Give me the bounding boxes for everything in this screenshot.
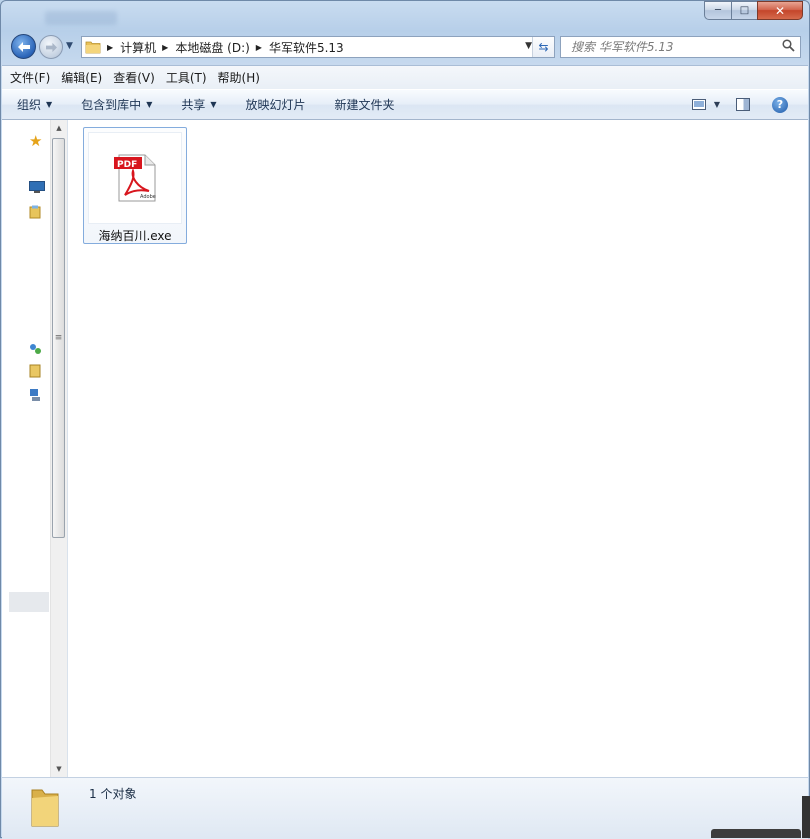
breadcrumb-computer[interactable]: ▶ 计算机 (107, 39, 156, 56)
share-button[interactable]: 共享 ▼ (181, 96, 216, 113)
refresh-button[interactable]: ⇆ (532, 37, 554, 57)
include-library-button[interactable]: 包含到库中 ▼ (81, 96, 152, 113)
svg-text:Adobe: Adobe (140, 194, 156, 200)
navigation-row: ▼ ▶ 计算机 ▶ 本地磁盘 (D:) ▶ 华军软件5.13 ▼ ⇆ (10, 33, 805, 61)
view-icon (691, 99, 706, 110)
recent-pages-chevron-icon[interactable]: ▼ (66, 41, 73, 51)
dropdown-arrow-icon: ▼ (46, 100, 53, 109)
breadcrumb-label[interactable]: 计算机 (120, 39, 156, 56)
computer-drive-icon[interactable] (29, 364, 41, 378)
window-edge (802, 796, 810, 838)
folder-icon (85, 41, 101, 54)
taskbar-edge (711, 829, 801, 838)
search-box[interactable] (560, 36, 801, 58)
nav-selection-highlight (9, 592, 49, 612)
menu-edit[interactable]: 编辑(E) (61, 69, 102, 86)
homegroup-icon[interactable] (29, 342, 43, 356)
svg-text:PDF: PDF (117, 160, 137, 170)
chevron-right-icon[interactable]: ▶ (107, 43, 113, 52)
pdf-icon: PDF Adobe (114, 154, 156, 202)
forward-button[interactable] (39, 35, 63, 59)
arrow-right-icon (45, 42, 57, 52)
scroll-down-icon[interactable]: ▼ (51, 761, 67, 777)
arrow-left-icon (17, 41, 30, 52)
file-name[interactable]: 海纳百川.exe (84, 227, 186, 244)
navigation-pane: ★ ▲ ≡ ▼ (2, 120, 68, 777)
close-button[interactable]: ✕ (757, 1, 803, 20)
window-title-blur (45, 11, 117, 25)
chevron-right-icon[interactable]: ▶ (256, 43, 262, 52)
slideshow-label: 放映幻灯片 (245, 98, 306, 112)
menu-help[interactable]: 帮助(H) (218, 69, 260, 86)
network-icon[interactable] (29, 388, 41, 402)
chevron-right-icon[interactable]: ▶ (162, 43, 168, 52)
slideshow-button[interactable]: 放映幻灯片 (246, 96, 306, 113)
organize-label: 组织 (17, 98, 42, 112)
new-folder-button[interactable]: 新建文件夹 (335, 96, 395, 113)
share-label: 共享 (181, 98, 206, 112)
explorer-window: ─ □ ✕ ▼ ▶ 计算机 ▶ 本地磁盘 (D:) ▶ 华军软件5.13 ▼ ⇆… (0, 0, 810, 839)
menu-view[interactable]: 查看(V) (113, 69, 155, 86)
dropdown-arrow-icon: ▼ (146, 100, 153, 109)
minimize-button[interactable]: ─ (704, 1, 731, 20)
search-icon[interactable] (782, 39, 800, 55)
status-bar: 1 个对象 (2, 777, 808, 839)
refresh-icon: ⇆ (538, 40, 549, 54)
scroll-thumb[interactable]: ≡ (52, 138, 65, 538)
breadcrumb-label[interactable]: 华军软件5.13 (269, 39, 344, 56)
address-bar[interactable]: ▶ 计算机 ▶ 本地磁盘 (D:) ▶ 华军软件5.13 ▼ ⇆ (81, 36, 555, 58)
command-bar-right: ▼ ? (691, 90, 808, 119)
new-folder-label: 新建文件夹 (334, 98, 395, 112)
include-library-label: 包含到库中 (81, 98, 142, 112)
change-view-button[interactable]: ▼ (691, 99, 720, 110)
command-bar: 组织 ▼ 包含到库中 ▼ 共享 ▼ 放映幻灯片 新建文件夹 ▼ ? (2, 89, 808, 120)
menu-tools[interactable]: 工具(T) (166, 69, 207, 86)
organize-button[interactable]: 组织 ▼ (17, 96, 52, 113)
caption-buttons: ─ □ ✕ (704, 1, 803, 20)
breadcrumb-label[interactable]: 本地磁盘 (D:) (175, 39, 249, 56)
breadcrumb-drive[interactable]: ▶ 本地磁盘 (D:) (162, 39, 250, 56)
libraries-icon[interactable] (29, 205, 41, 219)
nav-scrollbar[interactable]: ▲ ≡ ▼ (50, 120, 67, 777)
dropdown-arrow-icon: ▼ (210, 100, 217, 109)
file-item[interactable]: PDF Adobe 海纳百川.exe (83, 127, 187, 244)
scroll-up-icon[interactable]: ▲ (51, 120, 67, 136)
back-button[interactable] (11, 34, 36, 59)
preview-pane-icon[interactable] (736, 98, 750, 111)
file-list-area[interactable]: PDF Adobe 海纳百川.exe (68, 120, 808, 777)
search-input[interactable] (569, 37, 782, 57)
favorites-star-icon[interactable]: ★ (29, 132, 42, 150)
address-dropdown-icon[interactable]: ▼ (525, 41, 532, 51)
help-icon[interactable]: ? (772, 96, 788, 113)
maximize-button[interactable]: □ (731, 1, 757, 20)
breadcrumb-folder[interactable]: ▶ 华军软件5.13 (256, 39, 344, 56)
item-count: 1 个对象 (89, 787, 137, 801)
menu-bar: 文件(F) 编辑(E) 查看(V) 工具(T) 帮助(H) (2, 65, 808, 89)
desktop-icon[interactable] (29, 181, 45, 193)
dropdown-arrow-icon: ▼ (713, 100, 720, 109)
folder-icon (31, 789, 59, 827)
menu-file[interactable]: 文件(F) (10, 69, 50, 86)
file-thumbnail: PDF Adobe (88, 132, 182, 224)
